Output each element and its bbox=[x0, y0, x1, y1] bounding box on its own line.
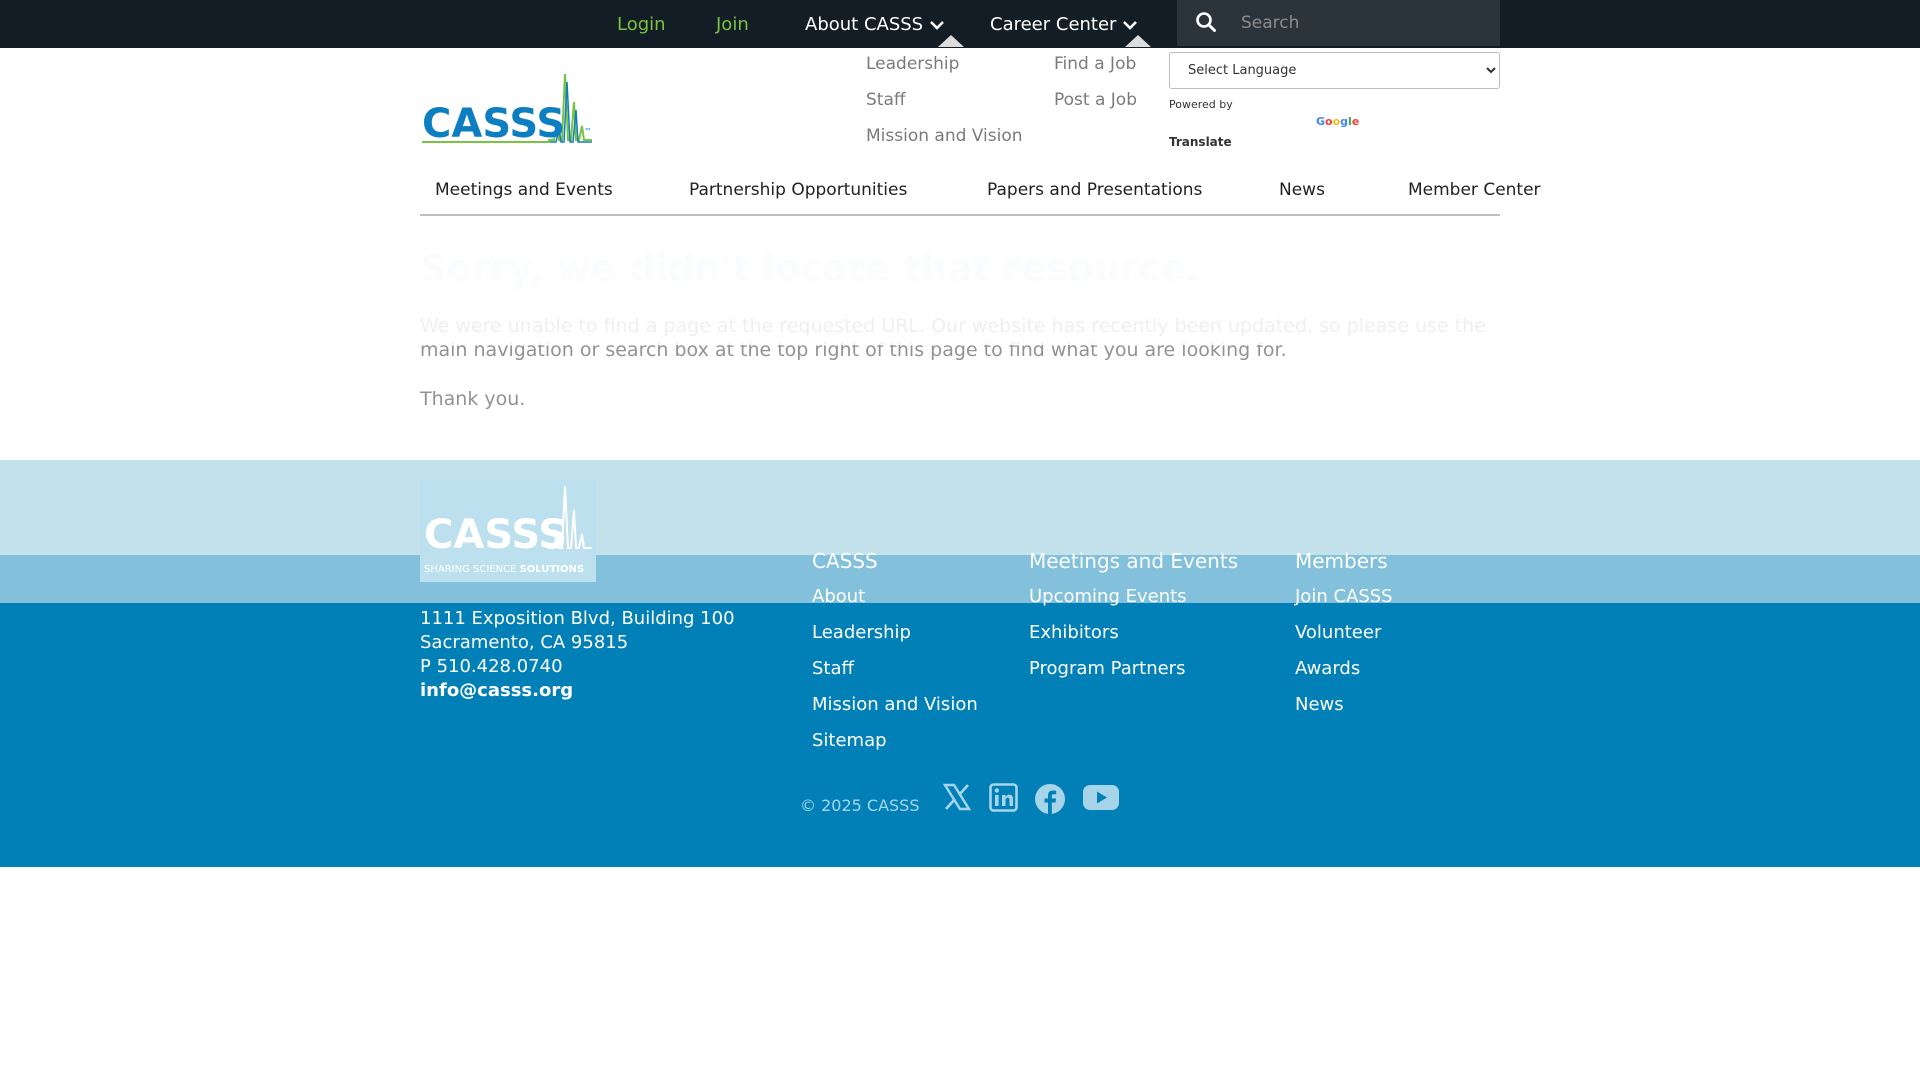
footer-tagline: SHARING SCIENCE SOLUTIONS bbox=[424, 564, 584, 575]
footer-logo-text: CASSS bbox=[424, 512, 567, 558]
casss-logo[interactable]: CASSS ™ bbox=[420, 62, 600, 146]
footer-link-staff[interactable]: Staff bbox=[812, 658, 854, 679]
footer-link-volunteer[interactable]: Volunteer bbox=[1295, 622, 1381, 643]
search-icon[interactable] bbox=[1195, 11, 1217, 33]
career-center-label: Career Center bbox=[990, 14, 1117, 35]
powered-by-label: Powered by bbox=[1169, 98, 1233, 111]
footer-link-upcoming-events[interactable]: Upcoming Events bbox=[1029, 586, 1187, 607]
footer-email-link[interactable]: info@casss.org bbox=[420, 680, 573, 701]
footer-address-line1: 1111 Exposition Blvd, Building 100 bbox=[420, 608, 735, 629]
translate-link[interactable]: Translate bbox=[1169, 135, 1232, 149]
dropdown-caret bbox=[1125, 35, 1151, 47]
google-logo: Google bbox=[1316, 115, 1360, 128]
dropdown-caret bbox=[938, 35, 964, 47]
footer-link-exhibitors[interactable]: Exhibitors bbox=[1029, 622, 1119, 643]
about-casss-label: About CASSS bbox=[805, 14, 924, 35]
chevron-down-icon bbox=[930, 21, 945, 30]
footer-link-sitemap[interactable]: Sitemap bbox=[812, 730, 887, 751]
page-title: Sorry, we didn't locate that resource. bbox=[420, 247, 1200, 290]
logo-text: CASSS bbox=[422, 101, 565, 146]
footer-light-band bbox=[0, 460, 1920, 555]
error-message: We were unable to find a page at the req… bbox=[420, 315, 1486, 361]
youtube-icon[interactable] bbox=[1083, 783, 1119, 811]
copyright: © 2025 CASSS bbox=[800, 796, 920, 815]
footer-col-casss-heading: CASSS bbox=[812, 549, 878, 573]
footer-phone: P 510.428.0740 bbox=[420, 656, 563, 677]
about-menu-leadership[interactable]: Leadership bbox=[866, 54, 959, 74]
thank-you-text: Thank you. bbox=[420, 388, 526, 410]
career-menu-find-job[interactable]: Find a Job bbox=[1054, 54, 1136, 74]
footer-col-members-heading: Members bbox=[1295, 549, 1388, 573]
footer-link-awards[interactable]: Awards bbox=[1295, 658, 1360, 679]
linkedin-icon[interactable] bbox=[989, 783, 1018, 812]
nav-partnership-opportunities[interactable]: Partnership Opportunities bbox=[689, 180, 907, 200]
top-bar: Login Join About CASSS Career Center bbox=[0, 0, 1920, 48]
footer-link-about[interactable]: About bbox=[812, 586, 865, 607]
join-link[interactable]: Join bbox=[716, 14, 749, 35]
nav-member-center[interactable]: Member Center bbox=[1408, 180, 1541, 200]
footer-mid-band bbox=[0, 555, 1920, 603]
footer-casss-logo[interactable]: CASSS SHARING SCIENCE SOLUTIONS bbox=[420, 480, 596, 582]
nav-papers-presentations[interactable]: Papers and Presentations bbox=[987, 180, 1202, 200]
nav-meetings-events[interactable]: Meetings and Events bbox=[435, 180, 613, 200]
footer-link-program-partners[interactable]: Program Partners bbox=[1029, 658, 1185, 679]
footer-link-leadership[interactable]: Leadership bbox=[812, 622, 911, 643]
search-input[interactable] bbox=[1239, 8, 1493, 38]
career-menu-post-job[interactable]: Post a Job bbox=[1054, 90, 1137, 110]
about-menu-mission[interactable]: Mission and Vision bbox=[866, 126, 1023, 146]
about-casss-menu[interactable]: About CASSS bbox=[805, 14, 945, 35]
footer-col-meetings-heading: Meetings and Events bbox=[1029, 549, 1239, 573]
career-center-menu[interactable]: Career Center bbox=[990, 14, 1138, 35]
footer-link-join-casss[interactable]: Join CASSS bbox=[1295, 586, 1393, 607]
main-navigation: Meetings and Events Partnership Opportun… bbox=[420, 174, 1541, 216]
x-icon[interactable] bbox=[943, 783, 971, 811]
footer-link-news[interactable]: News bbox=[1295, 694, 1344, 715]
chevron-down-icon bbox=[1123, 21, 1138, 30]
facebook-icon[interactable] bbox=[1034, 783, 1066, 815]
footer-address-line2: Sacramento, CA 95815 bbox=[420, 632, 629, 653]
trademark-symbol: ™ bbox=[584, 127, 592, 136]
login-link[interactable]: Login bbox=[617, 14, 666, 35]
language-select[interactable]: Select Language bbox=[1169, 52, 1500, 89]
nav-news[interactable]: News bbox=[1279, 180, 1325, 200]
about-menu-staff[interactable]: Staff bbox=[866, 90, 906, 110]
footer: CASSS SHARING SCIENCE SOLUTIONS 1111 Exp… bbox=[0, 460, 1920, 867]
search-box bbox=[1177, 0, 1500, 46]
footer-link-mission-vision[interactable]: Mission and Vision bbox=[812, 694, 978, 715]
